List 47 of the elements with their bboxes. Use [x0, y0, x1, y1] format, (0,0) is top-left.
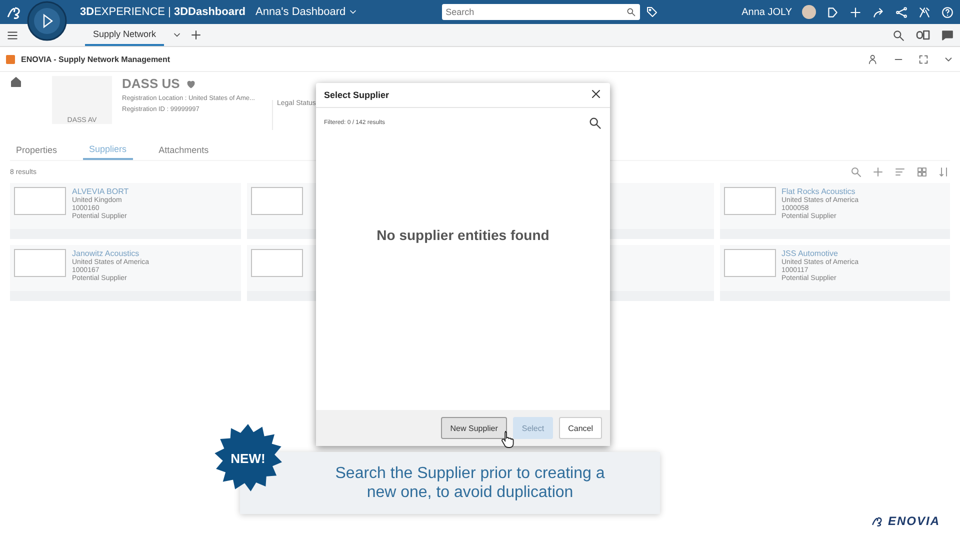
sort-icon[interactable] [938, 166, 950, 178]
network-icon[interactable] [895, 6, 908, 18]
hand-cursor-icon [501, 430, 515, 448]
supplier-name: ALVEVIA BORT [72, 187, 129, 196]
logo-icon [870, 515, 885, 527]
supplier-logo [724, 187, 776, 215]
search-icon[interactable] [626, 7, 636, 17]
share-icon[interactable] [872, 6, 885, 18]
help-icon[interactable] [941, 6, 954, 18]
expand-icon[interactable] [918, 54, 929, 64]
dashboard-tab[interactable]: Supply Network [85, 24, 164, 46]
dialog-button[interactable]: New Supplier [441, 417, 507, 439]
home-icon[interactable] [10, 76, 22, 88]
dialog-title: Select Supplier [324, 90, 390, 100]
search-icon[interactable] [588, 116, 602, 130]
filter-icon[interactable] [894, 166, 906, 178]
supplier-logo [14, 249, 66, 277]
close-icon [590, 88, 602, 100]
person-icon[interactable] [868, 54, 879, 64]
app-title: 3DEXPERIENCE | 3DDashboard [80, 6, 246, 18]
widget-title: ENOVIA - Supply Network Management [21, 54, 170, 64]
supplier-logo [14, 187, 66, 215]
user-name[interactable]: Anna JOLY [742, 6, 792, 18]
dialog-button[interactable]: Cancel [559, 417, 602, 439]
supplier-logo [724, 249, 776, 277]
brand-name: ENOVIA [888, 514, 940, 528]
heart-icon[interactable] [186, 78, 196, 88]
supplier-name: Janowitz Acoustics [72, 249, 140, 258]
plus-icon[interactable] [190, 29, 202, 41]
chat-icon[interactable] [941, 28, 954, 42]
content-tab[interactable]: Attachments [152, 140, 215, 160]
supplier-logo [250, 249, 302, 277]
supplier-name: Flat Rocks Acoustics [782, 187, 856, 196]
content-tab[interactable]: Suppliers [83, 140, 133, 160]
app-icon [6, 54, 15, 64]
callout-text: Search the Supplier prior to creating a new one, to avoid duplication [334, 464, 606, 502]
content-tab[interactable]: Properties [10, 140, 64, 160]
tag-icon[interactable] [646, 6, 658, 18]
grid-icon[interactable] [916, 166, 928, 178]
dashboard-menu[interactable]: Anna's Dashboard [255, 6, 358, 18]
menu-icon[interactable] [6, 28, 19, 42]
avatar[interactable] [802, 5, 816, 19]
supplier-logo [250, 187, 302, 215]
company-name: DASS US [122, 76, 180, 91]
supplier-name: JSS Automotive [782, 249, 839, 258]
search-field[interactable]: Search [442, 4, 640, 20]
empty-message: No supplier entities found [376, 227, 550, 243]
